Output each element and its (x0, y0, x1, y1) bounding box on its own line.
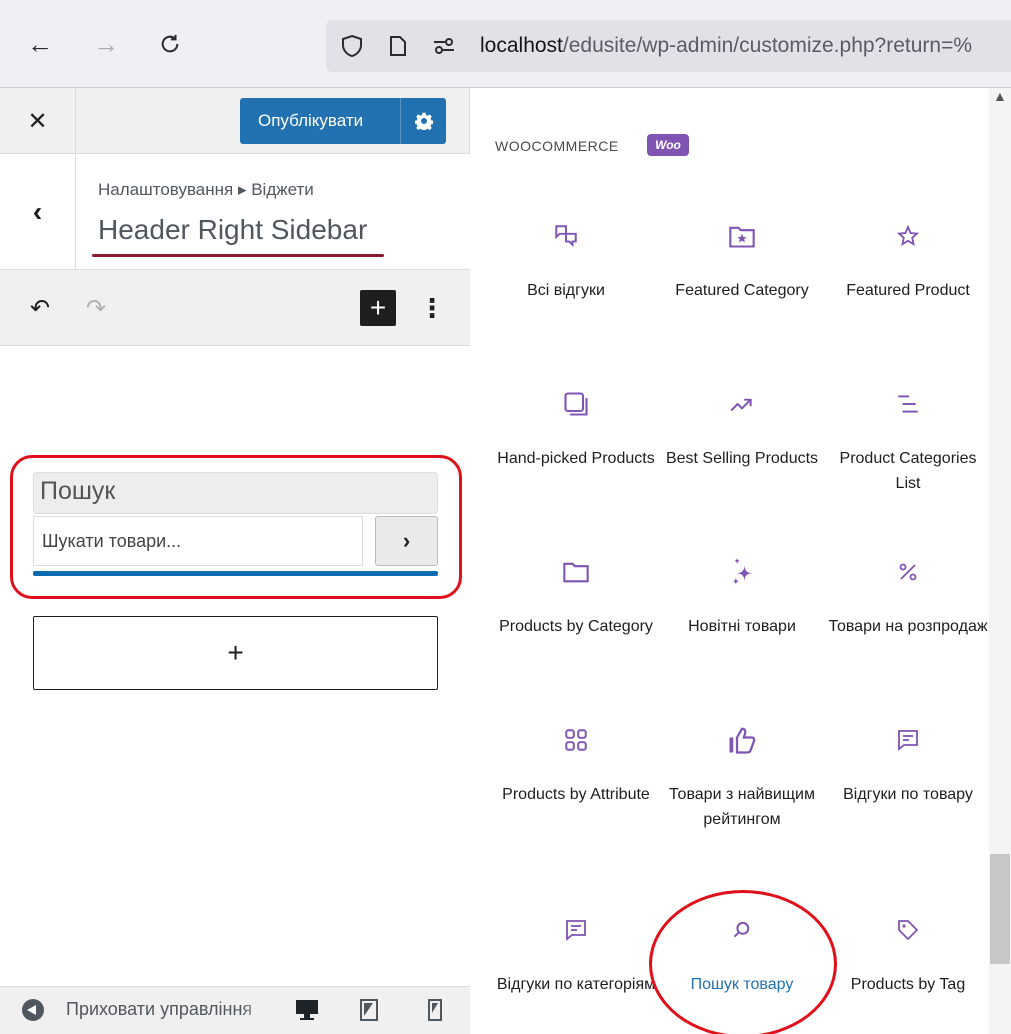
percent-icon (825, 552, 991, 592)
thumbs-up-icon (659, 720, 825, 760)
list-icon (825, 384, 991, 424)
block-inserter-panel: WOOCOMMERCE Woo Всі відгуки Featured Cat… (471, 88, 1011, 1034)
search-focus-bar (33, 571, 438, 576)
publish-button[interactable]: Опублікувати (240, 98, 446, 144)
comment-icon (825, 720, 991, 760)
block-label: Товари з найвищим рейтингом (669, 786, 815, 828)
browser-toolbar: ← → localhost/edusite/wp-admin/customize… (0, 0, 1011, 88)
close-icon[interactable]: ✕ (0, 88, 76, 154)
site-settings-icon[interactable] (430, 32, 458, 60)
folder-star-icon (659, 216, 825, 256)
block-products-by-category[interactable]: Products by Category (493, 552, 659, 639)
woo-logo: Woo (647, 134, 689, 156)
stacked-squares-icon (493, 384, 659, 424)
widget-editor: Пошук Шукати товари... › + (0, 346, 470, 986)
forward-arrow-icon[interactable]: → (88, 26, 124, 62)
highlight-annotation (649, 890, 837, 1034)
block-featured-product[interactable]: Featured Product (825, 216, 991, 303)
product-search-widget[interactable]: Пошук Шукати товари... › (33, 472, 438, 566)
block-label: Best Selling Products (665, 450, 819, 467)
search-submit-button[interactable]: › (375, 516, 438, 566)
block-label: Featured Category (675, 282, 809, 299)
desktop-preview-icon[interactable] (294, 997, 320, 1023)
collapse-icon[interactable] (22, 999, 44, 1021)
add-block-button[interactable]: + (33, 616, 438, 690)
comment-icon (493, 910, 659, 950)
tag-icon (825, 910, 991, 950)
block-inserter-button[interactable]: + (360, 290, 396, 326)
block-reviews-by-product[interactable]: Відгуки по товару (825, 720, 991, 807)
block-label: Товари на розпродаж (828, 618, 988, 635)
block-label: Відгуки по товару (843, 786, 973, 803)
grid-icon (493, 720, 659, 760)
url-host: localhost (480, 34, 563, 57)
block-products-by-attribute[interactable]: Products by Attribute (493, 720, 659, 807)
search-row: Шукати товари... › (33, 516, 438, 566)
block-label: Products by Category (499, 618, 653, 635)
category-heading: WOOCOMMERCE (495, 138, 619, 154)
block-label: Featured Product (846, 282, 970, 299)
section-header: ‹ Налаштовування ▸ Віджети Header Right … (0, 154, 470, 270)
block-products-by-tag[interactable]: Products by Tag (825, 910, 991, 997)
block-toolbar: ↶ ↷ + ⋮ (0, 270, 470, 346)
chevron-left-icon[interactable]: ‹ (0, 154, 76, 270)
block-label: Products by Tag (850, 976, 966, 993)
tablet-preview-icon[interactable] (356, 997, 382, 1023)
page-title: Header Right Sidebar (98, 214, 368, 245)
trending-up-icon (659, 384, 825, 424)
scroll-up-icon[interactable]: ▲ (993, 88, 1007, 104)
customizer-footer: Приховати управління (0, 986, 470, 1034)
block-label: Відгуки по категоріям (496, 976, 656, 993)
block-product-categories-list[interactable]: Product Categories List (825, 384, 991, 496)
star-icon (825, 216, 991, 256)
publish-label: Опублікувати (258, 111, 364, 130)
block-top-rated-products[interactable]: Товари з найвищим рейтингом (659, 720, 825, 832)
block-featured-category[interactable]: Featured Category (659, 216, 825, 303)
customizer-header: ✕ Опублікувати (0, 88, 470, 154)
block-newest-products[interactable]: Новітні товари (659, 552, 825, 639)
search-widget-title[interactable]: Пошук (33, 472, 438, 514)
page-icon[interactable] (384, 32, 412, 60)
gear-icon[interactable] (400, 98, 446, 144)
breadcrumb: Налаштовування ▸ Віджети (98, 180, 314, 199)
block-label: Всі відгуки (527, 282, 605, 299)
search-input[interactable]: Шукати товари... (33, 516, 363, 566)
title-underline-annotation (92, 254, 384, 257)
block-label: Новітні товари (688, 618, 796, 635)
block-reviews-by-category[interactable]: Відгуки по категоріям (493, 910, 659, 997)
address-bar[interactable]: localhost/edusite/wp-admin/customize.php… (326, 20, 1011, 72)
back-arrow-icon[interactable]: ← (22, 26, 58, 62)
label-fade (240, 987, 274, 1034)
block-label: Products by Attribute (502, 786, 650, 803)
block-label: Product Categories List (839, 450, 977, 492)
block-hand-picked-products[interactable]: Hand-picked Products (493, 384, 659, 471)
mobile-preview-icon[interactable] (422, 997, 448, 1023)
more-options-icon[interactable]: ⋮ (419, 290, 445, 326)
reload-icon[interactable] (152, 26, 188, 62)
sparkles-icon (659, 552, 825, 592)
undo-icon[interactable]: ↶ (22, 290, 58, 326)
block-label: Hand-picked Products (497, 450, 655, 467)
comments-icon (483, 216, 649, 256)
block-on-sale-products[interactable]: Товари на розпродаж (825, 552, 991, 639)
url-text[interactable]: localhost/edusite/wp-admin/customize.php… (480, 34, 972, 58)
folder-icon (493, 552, 659, 592)
customizer-panel: ✕ Опублікувати ‹ Налаштовування ▸ Віджет… (0, 88, 470, 1034)
redo-icon[interactable]: ↷ (78, 290, 114, 326)
chevron-right-icon: › (402, 528, 411, 553)
url-path: /edusite/wp-admin/customize.php?return=% (562, 34, 973, 57)
scrollbar-thumb[interactable] (990, 854, 1010, 964)
block-best-selling-products[interactable]: Best Selling Products (659, 384, 825, 471)
block-all-reviews[interactable]: Всі відгуки (483, 216, 649, 303)
shield-icon[interactable] (338, 32, 366, 60)
plus-icon: + (227, 637, 244, 668)
